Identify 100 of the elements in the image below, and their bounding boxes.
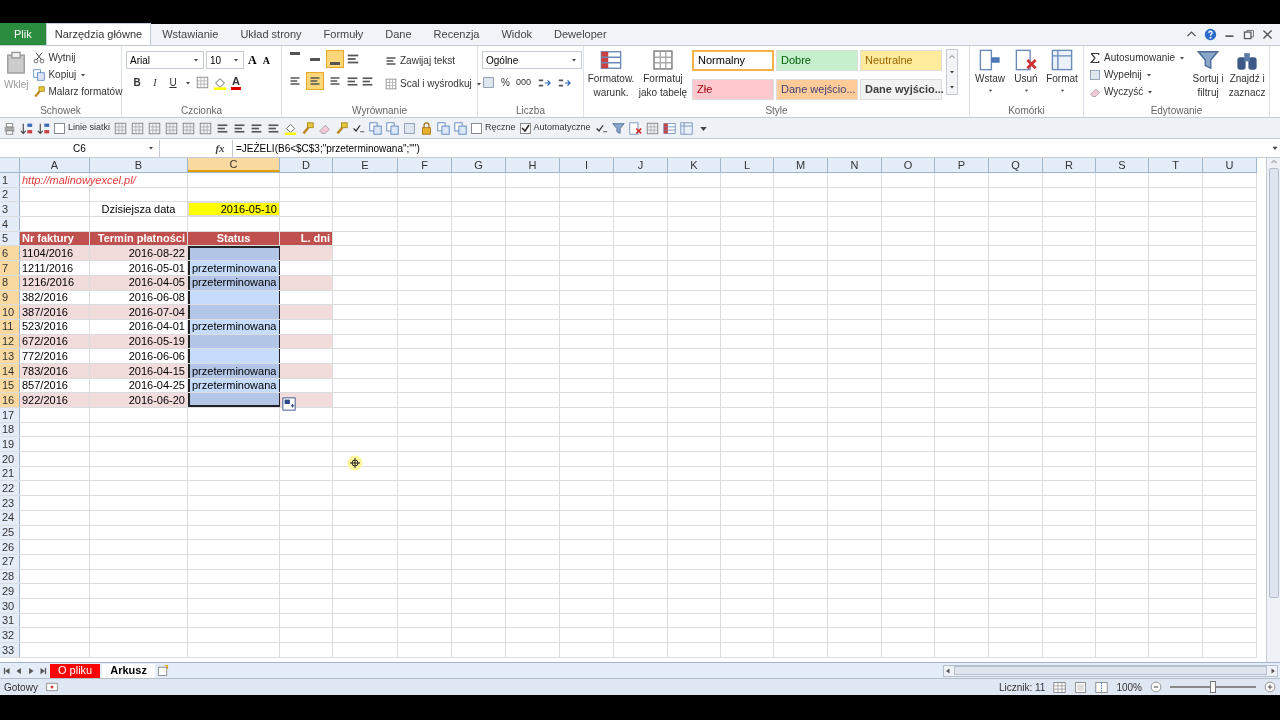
indent-icon[interactable]: [361, 74, 374, 88]
column-header[interactable]: H: [506, 158, 560, 172]
row-header[interactable]: 17: [0, 408, 20, 422]
help-icon[interactable]: [1204, 27, 1217, 41]
conditional-format-button[interactable]: Formatow. warunk.: [588, 49, 634, 103]
sheet-tab[interactable]: O pliku: [50, 663, 101, 678]
vertical-scrollbar[interactable]: [1266, 158, 1280, 662]
checkbox[interactable]: [519, 122, 531, 134]
column-header[interactable]: G: [452, 158, 506, 172]
page-break-icon[interactable]: [1095, 680, 1109, 694]
sort-filter-button[interactable]: Sortuj i filtruj: [1191, 49, 1226, 103]
column-header[interactable]: R: [1043, 158, 1096, 172]
horizontal-scrollbar[interactable]: [942, 664, 1278, 677]
column-header[interactable]: I: [560, 158, 614, 172]
italic-button[interactable]: I: [148, 75, 162, 90]
cells-button[interactable]: Usuń: [1010, 49, 1042, 103]
ribbon-button[interactable]: Wypełnij: [1088, 66, 1188, 83]
row-header[interactable]: 22: [0, 481, 20, 496]
column-header[interactable]: T: [1149, 158, 1203, 172]
row-header[interactable]: 20: [0, 452, 20, 466]
ribbon-button[interactable]: Autosumowanie: [1088, 49, 1188, 66]
fill-color-icon[interactable]: [284, 121, 298, 135]
bold-button[interactable]: B: [130, 75, 144, 90]
column-header[interactable]: P: [935, 158, 989, 172]
row-header[interactable]: 7: [0, 261, 20, 275]
column-header[interactable]: C: [188, 158, 280, 172]
align-lines-icon[interactable]: [233, 121, 247, 135]
cell-style-button[interactable]: Dane wejścio...: [776, 78, 858, 100]
ribbon-tab[interactable]: Deweloper: [543, 23, 618, 45]
macro-record-icon[interactable]: [45, 681, 58, 693]
row-header[interactable]: 16: [0, 393, 20, 407]
ribbon-button[interactable]: Malarz formatów: [32, 83, 124, 100]
column-header[interactable]: S: [1096, 158, 1149, 172]
font-name-field[interactable]: Arial: [126, 51, 204, 69]
sort-descending-icon[interactable]: [37, 121, 50, 135]
align-lines-icon[interactable]: [250, 121, 264, 135]
borders-icon[interactable]: [114, 121, 128, 135]
caret-icon[interactable]: [147, 144, 155, 152]
checkbox[interactable]: [54, 122, 65, 134]
shrink-font-button[interactable]: A: [260, 52, 272, 68]
row-header[interactable]: 10: [0, 305, 20, 319]
last-sheet-icon[interactable]: [38, 665, 48, 676]
font-color-button[interactable]: A: [231, 75, 241, 90]
sheet-tab[interactable]: Arkusz: [102, 663, 155, 678]
funnel-icon[interactable]: [611, 121, 625, 135]
square-icon[interactable]: [403, 121, 417, 135]
column-header[interactable]: K: [668, 158, 721, 172]
sort-ascending-icon[interactable]: [20, 121, 33, 135]
grid-icon[interactable]: [131, 121, 145, 135]
percent-button[interactable]: %: [501, 75, 510, 90]
grid-icon[interactable]: [148, 121, 162, 135]
column-header[interactable]: E: [333, 158, 398, 172]
column-header[interactable]: M: [774, 158, 828, 172]
zoom-out-icon[interactable]: [1150, 681, 1162, 693]
ribbon-tab[interactable]: Dane: [374, 23, 423, 45]
ribbon-button[interactable]: Kopiuj: [32, 66, 124, 83]
copy-icon[interactable]: [386, 121, 400, 135]
copy-icon[interactable]: [437, 121, 451, 135]
ribbon-tab[interactable]: Widok: [490, 23, 543, 45]
normal-view-icon[interactable]: [1053, 680, 1067, 694]
column-header[interactable]: U: [1203, 158, 1257, 172]
row-header[interactable]: 23: [0, 496, 20, 510]
thousands-button[interactable]: 000: [515, 75, 531, 90]
lock-icon[interactable]: [420, 121, 434, 135]
delete-icon[interactable]: [628, 121, 642, 135]
name-box[interactable]: C6: [0, 139, 160, 157]
column-header[interactable]: Q: [989, 158, 1043, 172]
cells-button[interactable]: Format: [1046, 49, 1078, 103]
row-header[interactable]: 26: [0, 540, 20, 554]
ribbon-button[interactable]: Scal i wyśrodkuj: [384, 75, 484, 92]
ribbon-tab[interactable]: Formuły: [312, 23, 375, 45]
row-header[interactable]: 33: [0, 643, 20, 657]
row-header[interactable]: 6: [0, 246, 20, 261]
restore-icon[interactable]: [1242, 27, 1255, 41]
align-lines-icon[interactable]: [267, 121, 281, 135]
brush-icon[interactable]: [301, 121, 315, 135]
ribbon-button[interactable]: Wyczyść: [1088, 83, 1188, 100]
lines-icon[interactable]: [216, 121, 230, 135]
styles-scrollbar[interactable]: [946, 49, 958, 95]
row-header[interactable]: 29: [0, 584, 20, 598]
hyperlink[interactable]: http://malinowyexcel.pl/: [22, 171, 136, 189]
orientation-icon[interactable]: [346, 52, 360, 66]
copy-icon[interactable]: [454, 121, 468, 135]
cell-style-button[interactable]: Dobre: [776, 50, 858, 71]
formula-field[interactable]: =JEŻELI(B6<$C$3;"przeterminowana";""): [232, 139, 1270, 157]
close-icon[interactable]: [1261, 27, 1274, 41]
cells-button[interactable]: Wstaw: [974, 49, 1006, 103]
column-header[interactable]: D: [280, 158, 333, 172]
borders-icon[interactable]: [196, 76, 209, 89]
column-header[interactable]: O: [882, 158, 935, 172]
column-header[interactable]: N: [828, 158, 882, 172]
ribbon-tab[interactable]: Recenzja: [422, 23, 491, 45]
ribbon-button[interactable]: Zawijaj tekst: [384, 52, 484, 69]
cell-style-button[interactable]: Normalny: [692, 50, 774, 71]
underline-button[interactable]: U: [166, 75, 180, 90]
format-cells-icon[interactable]: [679, 121, 693, 135]
format-table-button[interactable]: Formatuj jako tabelę: [638, 49, 688, 103]
previous-sheet-icon[interactable]: [14, 665, 24, 676]
page-layout-icon[interactable]: [1074, 680, 1088, 694]
column-header[interactable]: F: [398, 158, 452, 172]
